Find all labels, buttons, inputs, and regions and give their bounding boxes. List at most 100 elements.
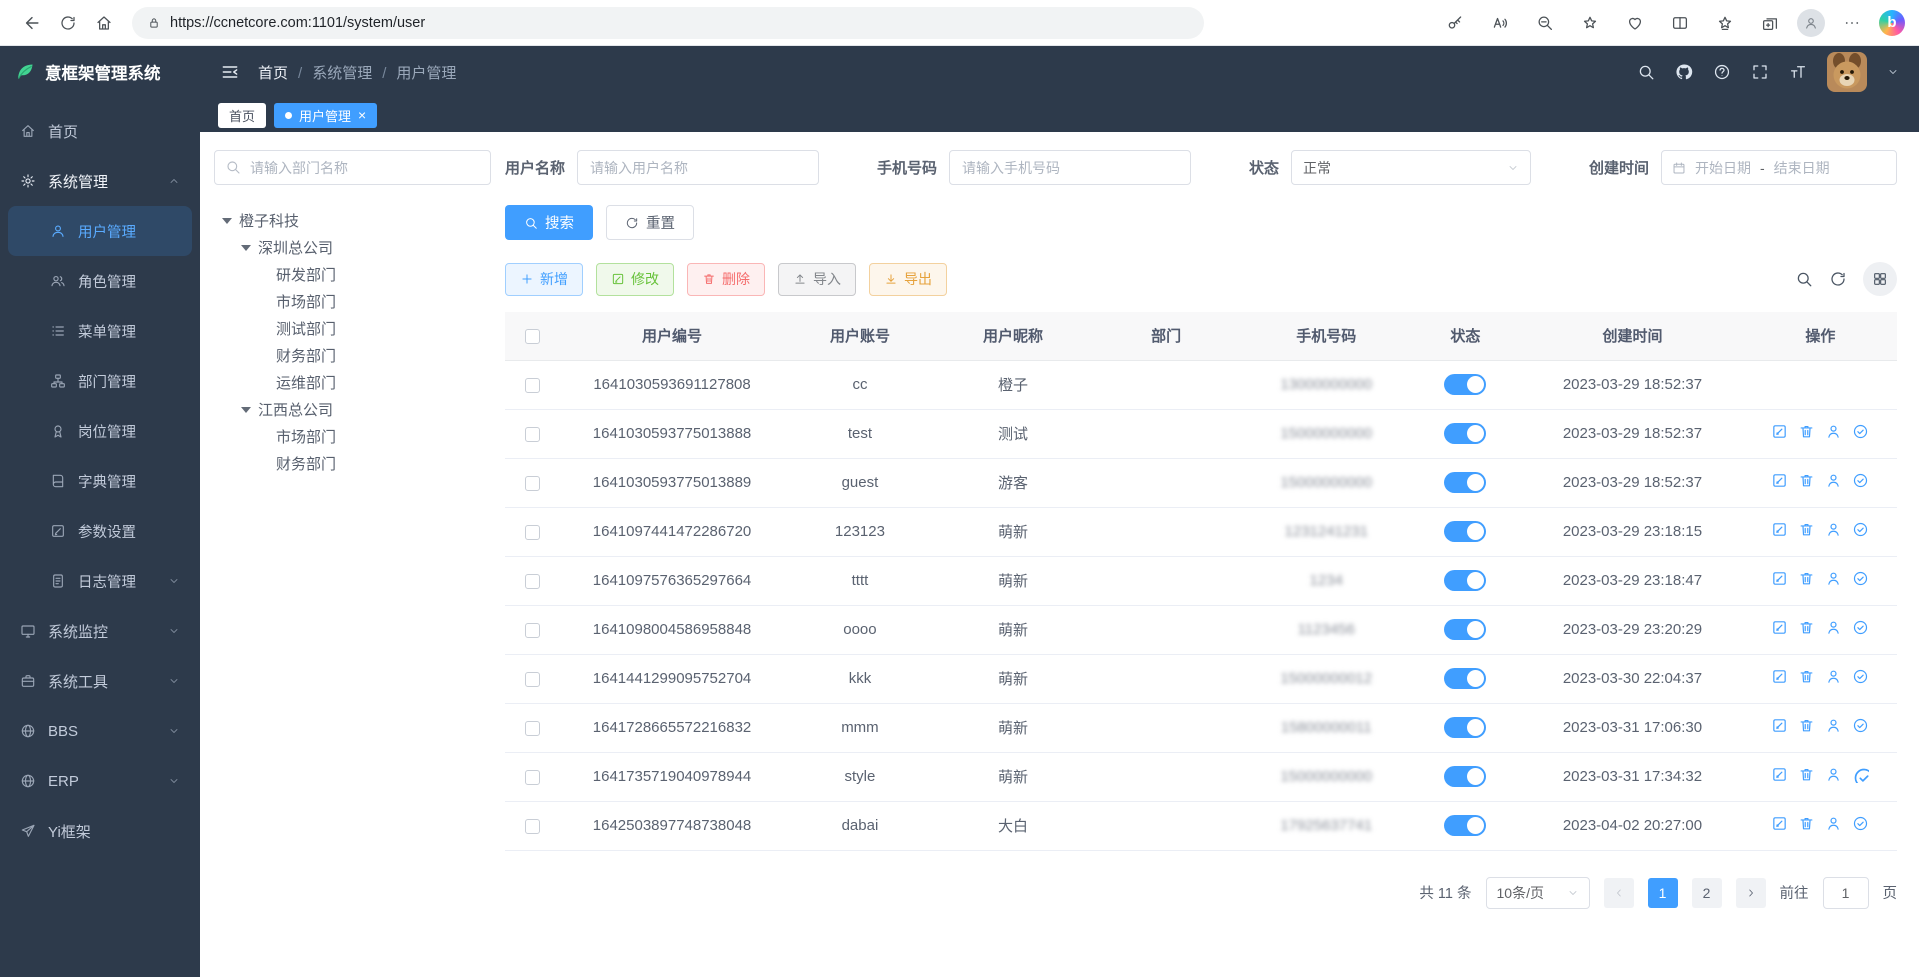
search-icon[interactable] <box>1637 63 1655 81</box>
edit-user-icon[interactable] <box>1771 717 1788 734</box>
sidebar-item-sys-tools[interactable]: 系统工具 <box>0 656 200 706</box>
delete-user-icon[interactable] <box>1798 570 1815 587</box>
row-checkbox[interactable] <box>525 672 540 687</box>
status-toggle[interactable] <box>1444 815 1486 836</box>
user-avatar[interactable] <box>1827 52 1867 92</box>
breadcrumb-home[interactable]: 首页 <box>258 62 288 83</box>
reset-password-icon[interactable] <box>1825 423 1842 440</box>
row-checkbox[interactable] <box>525 721 540 736</box>
tree-node-shenzhen[interactable]: 深圳总公司 <box>214 234 491 261</box>
sidebar-item-home[interactable]: 首页 <box>0 106 200 156</box>
sidebar-item-dict-mgmt[interactable]: 字典管理 <box>0 456 200 506</box>
row-checkbox[interactable] <box>525 476 540 491</box>
edit-button[interactable]: 修改 <box>596 263 674 296</box>
tree-node-leaf[interactable]: 财务部门 <box>214 342 491 369</box>
username-input[interactable] <box>577 150 819 185</box>
tree-node-leaf[interactable]: 财务部门 <box>214 450 491 477</box>
reset-password-icon[interactable] <box>1825 472 1842 489</box>
status-toggle[interactable] <box>1444 619 1486 640</box>
tree-node-leaf[interactable]: 测试部门 <box>214 315 491 342</box>
delete-button[interactable]: 删除 <box>687 263 765 296</box>
edit-user-icon[interactable] <box>1771 619 1788 636</box>
edit-user-icon[interactable] <box>1771 423 1788 440</box>
caret-down-icon[interactable] <box>241 245 251 251</box>
delete-user-icon[interactable] <box>1798 717 1815 734</box>
font-size-icon[interactable] <box>1789 63 1807 81</box>
refresh-table-icon[interactable] <box>1829 270 1847 288</box>
browser-essentials-icon[interactable] <box>1617 6 1653 40</box>
status-toggle[interactable] <box>1444 766 1486 787</box>
assign-role-icon[interactable] <box>1852 717 1869 734</box>
reset-password-icon[interactable] <box>1825 570 1842 587</box>
row-checkbox[interactable] <box>525 427 540 442</box>
status-toggle[interactable] <box>1444 374 1486 395</box>
assign-role-icon[interactable] <box>1852 668 1869 685</box>
status-select[interactable]: 正常 <box>1291 150 1531 185</box>
assign-role-icon[interactable] <box>1852 423 1869 440</box>
reset-password-icon[interactable] <box>1825 619 1842 636</box>
date-range-picker[interactable]: 开始日期 - 结束日期 <box>1661 150 1897 185</box>
assign-role-icon[interactable] <box>1852 521 1869 538</box>
tree-node-leaf[interactable]: 研发部门 <box>214 261 491 288</box>
copilot-icon[interactable]: b <box>1879 10 1905 36</box>
row-checkbox[interactable] <box>525 623 540 638</box>
sidebar-item-system-mgmt[interactable]: 系统管理 <box>0 156 200 206</box>
sidebar-item-param-settings[interactable]: 参数设置 <box>0 506 200 556</box>
key-icon[interactable] <box>1437 6 1473 40</box>
edit-user-icon[interactable] <box>1771 521 1788 538</box>
status-toggle[interactable] <box>1444 472 1486 493</box>
reset-password-icon[interactable] <box>1825 766 1842 783</box>
status-toggle[interactable] <box>1444 423 1486 444</box>
delete-user-icon[interactable] <box>1798 766 1815 783</box>
edit-user-icon[interactable] <box>1771 815 1788 832</box>
row-checkbox[interactable] <box>525 525 540 540</box>
export-button[interactable]: 导出 <box>869 263 947 296</box>
row-checkbox[interactable] <box>525 770 540 785</box>
reset-password-icon[interactable] <box>1825 717 1842 734</box>
github-icon[interactable] <box>1675 63 1693 81</box>
zoom-icon[interactable] <box>1527 6 1563 40</box>
status-toggle[interactable] <box>1444 570 1486 591</box>
breadcrumb-system[interactable]: 系统管理 <box>298 62 372 83</box>
sidebar-item-role-mgmt[interactable]: 角色管理 <box>0 256 200 306</box>
sidebar-item-post-mgmt[interactable]: 岗位管理 <box>0 406 200 456</box>
avatar-caret-icon[interactable] <box>1887 66 1899 78</box>
more-icon[interactable] <box>1834 6 1870 40</box>
tree-node-leaf[interactable]: 运维部门 <box>214 369 491 396</box>
reset-button[interactable]: 重置 <box>606 205 694 240</box>
tree-node-root[interactable]: 橙子科技 <box>214 207 491 234</box>
assign-role-icon[interactable] <box>1852 815 1869 832</box>
prev-page-button[interactable] <box>1604 878 1634 908</box>
sidebar-item-log-mgmt[interactable]: 日志管理 <box>0 556 200 606</box>
sidebar-item-dept-mgmt[interactable]: 部门管理 <box>0 356 200 406</box>
refresh-icon[interactable] <box>50 6 86 40</box>
tree-node-leaf[interactable]: 市场部门 <box>214 423 491 450</box>
edit-user-icon[interactable] <box>1771 668 1788 685</box>
delete-user-icon[interactable] <box>1798 521 1815 538</box>
select-all-checkbox[interactable] <box>525 329 540 344</box>
tree-node-leaf[interactable]: 市场部门 <box>214 288 491 315</box>
fullscreen-icon[interactable] <box>1751 63 1769 81</box>
tree-node-jiangxi[interactable]: 江西总公司 <box>214 396 491 423</box>
sidebar-item-user-mgmt[interactable]: 用户管理 <box>8 206 192 256</box>
status-toggle[interactable] <box>1444 668 1486 689</box>
address-bar[interactable]: https://ccnetcore.com:1101/system/user <box>132 7 1204 39</box>
sidebar-item-yi-framework[interactable]: Yi框架 <box>0 806 200 856</box>
read-aloud-icon[interactable] <box>1482 6 1518 40</box>
sidebar-item-bbs[interactable]: BBS <box>0 706 200 756</box>
reset-password-icon[interactable] <box>1825 521 1842 538</box>
delete-user-icon[interactable] <box>1798 619 1815 636</box>
split-screen-icon[interactable] <box>1662 6 1698 40</box>
row-checkbox[interactable] <box>525 378 540 393</box>
page-1-button[interactable]: 1 <box>1648 878 1678 908</box>
assign-role-icon[interactable] <box>1852 472 1869 489</box>
back-icon[interactable] <box>14 6 50 40</box>
reset-password-icon[interactable] <box>1825 815 1842 832</box>
page-2-button[interactable]: 2 <box>1692 878 1722 908</box>
tab-home[interactable]: 首页 <box>218 103 266 128</box>
phone-input[interactable] <box>949 150 1191 185</box>
import-button[interactable]: 导入 <box>778 263 856 296</box>
collapse-sidebar-icon[interactable] <box>220 62 240 82</box>
row-checkbox[interactable] <box>525 819 540 834</box>
show-search-icon[interactable] <box>1795 270 1813 288</box>
